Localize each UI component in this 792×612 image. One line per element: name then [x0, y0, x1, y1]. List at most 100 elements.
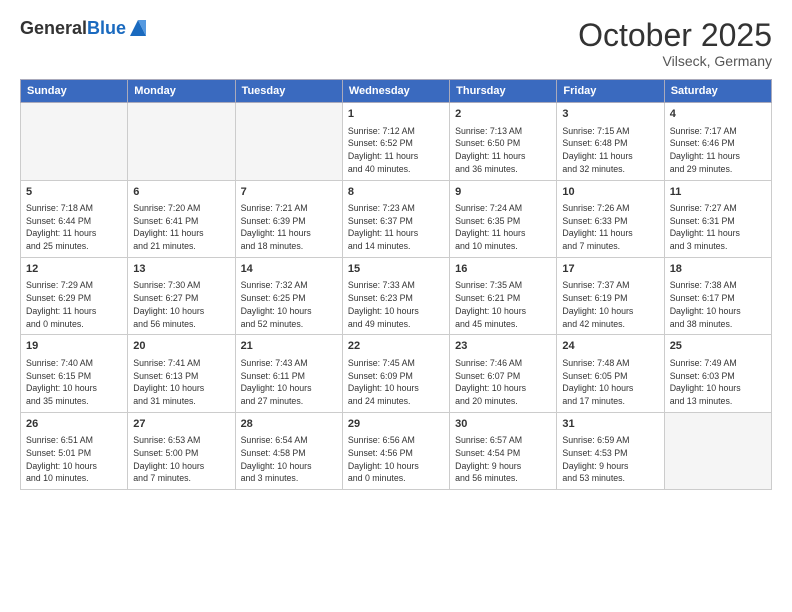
day-info: Sunrise: 7:20 AM Sunset: 6:41 PM Dayligh…: [133, 202, 229, 253]
day-number: 26: [26, 417, 122, 432]
calendar-cell: 16Sunrise: 7:35 AM Sunset: 6:21 PM Dayli…: [450, 257, 557, 334]
day-number: 30: [455, 417, 551, 432]
calendar-cell: [128, 103, 235, 180]
calendar-cell: 25Sunrise: 7:49 AM Sunset: 6:03 PM Dayli…: [664, 335, 771, 412]
day-number: 24: [562, 339, 658, 354]
logo: GeneralBlue: [20, 18, 148, 40]
day-number: 9: [455, 185, 551, 200]
day-number: 5: [26, 185, 122, 200]
calendar-cell: 26 Sunrise: 6:51 AM Sunset: 5:01 PM Dayli…: [21, 412, 128, 489]
logo-general: GeneralBlue: [20, 18, 126, 40]
day-info: Sunrise: 6:51 AM Sunset: 5:01 PM Dayligh…: [26, 434, 122, 485]
day-number: 12: [26, 262, 122, 277]
col-header-wednesday: Wednesday: [342, 80, 449, 103]
calendar-cell: [664, 412, 771, 489]
col-header-tuesday: Tuesday: [235, 80, 342, 103]
day-number: 7: [241, 185, 337, 200]
day-number: 23: [455, 339, 551, 354]
calendar-cell: 29 Sunrise: 6:56 AM Sunset: 4:56 PM Dayli…: [342, 412, 449, 489]
day-info: Sunrise: 7:30 AM Sunset: 6:27 PM Dayligh…: [133, 279, 229, 330]
page: GeneralBlue October 2025 Vilseck, German…: [0, 0, 792, 612]
day-info: Sunrise: 6:59 AM Sunset: 4:53 PM Dayligh…: [562, 434, 658, 485]
day-number: 29: [348, 417, 444, 432]
day-number: 27: [133, 417, 229, 432]
calendar-table: SundayMondayTuesdayWednesdayThursdayFrid…: [20, 79, 772, 490]
logo-icon: [128, 18, 148, 40]
day-info: Sunrise: 7:33 AM Sunset: 6:23 PM Dayligh…: [348, 279, 444, 330]
day-info: Sunrise: 7:18 AM Sunset: 6:44 PM Dayligh…: [26, 202, 122, 253]
day-info: Sunrise: 7:26 AM Sunset: 6:33 PM Dayligh…: [562, 202, 658, 253]
day-info: Sunrise: 7:32 AM Sunset: 6:25 PM Dayligh…: [241, 279, 337, 330]
week-row-3: 12 Sunrise: 7:29 AM Sunset: 6:29 PM Dayli…: [21, 257, 772, 334]
location: Vilseck, Germany: [578, 53, 772, 69]
day-info: Sunrise: 7:48 AM Sunset: 6:05 PM Dayligh…: [562, 357, 658, 408]
calendar-cell: 10 Sunrise: 7:26 AM Sunset: 6:33 PM Dayli…: [557, 180, 664, 257]
calendar-cell: 18Sunrise: 7:38 AM Sunset: 6:17 PM Dayli…: [664, 257, 771, 334]
day-info: Sunrise: 7:45 AM Sunset: 6:09 PM Dayligh…: [348, 357, 444, 408]
day-number: 17: [562, 262, 658, 277]
calendar-cell: 11Sunrise: 7:27 AM Sunset: 6:31 PM Dayli…: [664, 180, 771, 257]
calendar-cell: 8Sunrise: 7:23 AM Sunset: 6:37 PM Daylig…: [342, 180, 449, 257]
col-header-sunday: Sunday: [21, 80, 128, 103]
day-number: 20: [133, 339, 229, 354]
day-info: Sunrise: 7:12 AM Sunset: 6:52 PM Dayligh…: [348, 125, 444, 176]
day-info: Sunrise: 7:27 AM Sunset: 6:31 PM Dayligh…: [670, 202, 766, 253]
day-number: 19: [26, 339, 122, 354]
col-header-thursday: Thursday: [450, 80, 557, 103]
calendar-cell: 17 Sunrise: 7:37 AM Sunset: 6:19 PM Dayli…: [557, 257, 664, 334]
month-title: October 2025: [578, 18, 772, 53]
day-info: Sunrise: 7:40 AM Sunset: 6:15 PM Dayligh…: [26, 357, 122, 408]
calendar-cell: 22 Sunrise: 7:45 AM Sunset: 6:09 PM Dayli…: [342, 335, 449, 412]
calendar-cell: 19 Sunrise: 7:40 AM Sunset: 6:15 PM Dayli…: [21, 335, 128, 412]
title-block: October 2025 Vilseck, Germany: [578, 18, 772, 69]
calendar-header-row: SundayMondayTuesdayWednesdayThursdayFrid…: [21, 80, 772, 103]
day-number: 2: [455, 107, 551, 122]
day-info: Sunrise: 6:57 AM Sunset: 4:54 PM Dayligh…: [455, 434, 551, 485]
day-number: 3: [562, 107, 658, 122]
day-number: 25: [670, 339, 766, 354]
calendar-cell: 15 Sunrise: 7:33 AM Sunset: 6:23 PM Dayli…: [342, 257, 449, 334]
day-number: 21: [241, 339, 337, 354]
day-info: Sunrise: 7:13 AM Sunset: 6:50 PM Dayligh…: [455, 125, 551, 176]
week-row-1: 1Sunrise: 7:12 AM Sunset: 6:52 PM Daylig…: [21, 103, 772, 180]
calendar-cell: 9 Sunrise: 7:24 AM Sunset: 6:35 PM Daylig…: [450, 180, 557, 257]
day-number: 15: [348, 262, 444, 277]
header: GeneralBlue October 2025 Vilseck, German…: [20, 18, 772, 69]
day-info: Sunrise: 6:54 AM Sunset: 4:58 PM Dayligh…: [241, 434, 337, 485]
calendar-cell: 1Sunrise: 7:12 AM Sunset: 6:52 PM Daylig…: [342, 103, 449, 180]
day-number: 22: [348, 339, 444, 354]
calendar-cell: 31Sunrise: 6:59 AM Sunset: 4:53 PM Dayli…: [557, 412, 664, 489]
day-info: Sunrise: 7:43 AM Sunset: 6:11 PM Dayligh…: [241, 357, 337, 408]
day-number: 6: [133, 185, 229, 200]
day-info: Sunrise: 7:21 AM Sunset: 6:39 PM Dayligh…: [241, 202, 337, 253]
day-info: Sunrise: 7:41 AM Sunset: 6:13 PM Dayligh…: [133, 357, 229, 408]
calendar-cell: 30 Sunrise: 6:57 AM Sunset: 4:54 PM Dayli…: [450, 412, 557, 489]
day-info: Sunrise: 6:56 AM Sunset: 4:56 PM Dayligh…: [348, 434, 444, 485]
day-info: Sunrise: 7:17 AM Sunset: 6:46 PM Dayligh…: [670, 125, 766, 176]
week-row-5: 26 Sunrise: 6:51 AM Sunset: 5:01 PM Dayli…: [21, 412, 772, 489]
day-info: Sunrise: 6:53 AM Sunset: 5:00 PM Dayligh…: [133, 434, 229, 485]
calendar-cell: 4Sunrise: 7:17 AM Sunset: 6:46 PM Daylig…: [664, 103, 771, 180]
calendar-cell: 12 Sunrise: 7:29 AM Sunset: 6:29 PM Dayli…: [21, 257, 128, 334]
col-header-saturday: Saturday: [664, 80, 771, 103]
calendar-cell: [21, 103, 128, 180]
day-number: 14: [241, 262, 337, 277]
calendar-cell: 27 Sunrise: 6:53 AM Sunset: 5:00 PM Dayli…: [128, 412, 235, 489]
day-info: Sunrise: 7:23 AM Sunset: 6:37 PM Dayligh…: [348, 202, 444, 253]
day-info: Sunrise: 7:37 AM Sunset: 6:19 PM Dayligh…: [562, 279, 658, 330]
day-info: Sunrise: 7:24 AM Sunset: 6:35 PM Dayligh…: [455, 202, 551, 253]
day-info: Sunrise: 7:15 AM Sunset: 6:48 PM Dayligh…: [562, 125, 658, 176]
calendar-cell: 28Sunrise: 6:54 AM Sunset: 4:58 PM Dayli…: [235, 412, 342, 489]
col-header-friday: Friday: [557, 80, 664, 103]
calendar-cell: 24 Sunrise: 7:48 AM Sunset: 6:05 PM Dayli…: [557, 335, 664, 412]
day-info: Sunrise: 7:35 AM Sunset: 6:21 PM Dayligh…: [455, 279, 551, 330]
day-info: Sunrise: 7:29 AM Sunset: 6:29 PM Dayligh…: [26, 279, 122, 330]
week-row-4: 19 Sunrise: 7:40 AM Sunset: 6:15 PM Dayli…: [21, 335, 772, 412]
day-info: Sunrise: 7:46 AM Sunset: 6:07 PM Dayligh…: [455, 357, 551, 408]
day-number: 10: [562, 185, 658, 200]
calendar-cell: 5 Sunrise: 7:18 AM Sunset: 6:44 PM Daylig…: [21, 180, 128, 257]
calendar-cell: 7 Sunrise: 7:21 AM Sunset: 6:39 PM Daylig…: [235, 180, 342, 257]
calendar-cell: 13 Sunrise: 7:30 AM Sunset: 6:27 PM Dayli…: [128, 257, 235, 334]
day-number: 13: [133, 262, 229, 277]
calendar-cell: [235, 103, 342, 180]
